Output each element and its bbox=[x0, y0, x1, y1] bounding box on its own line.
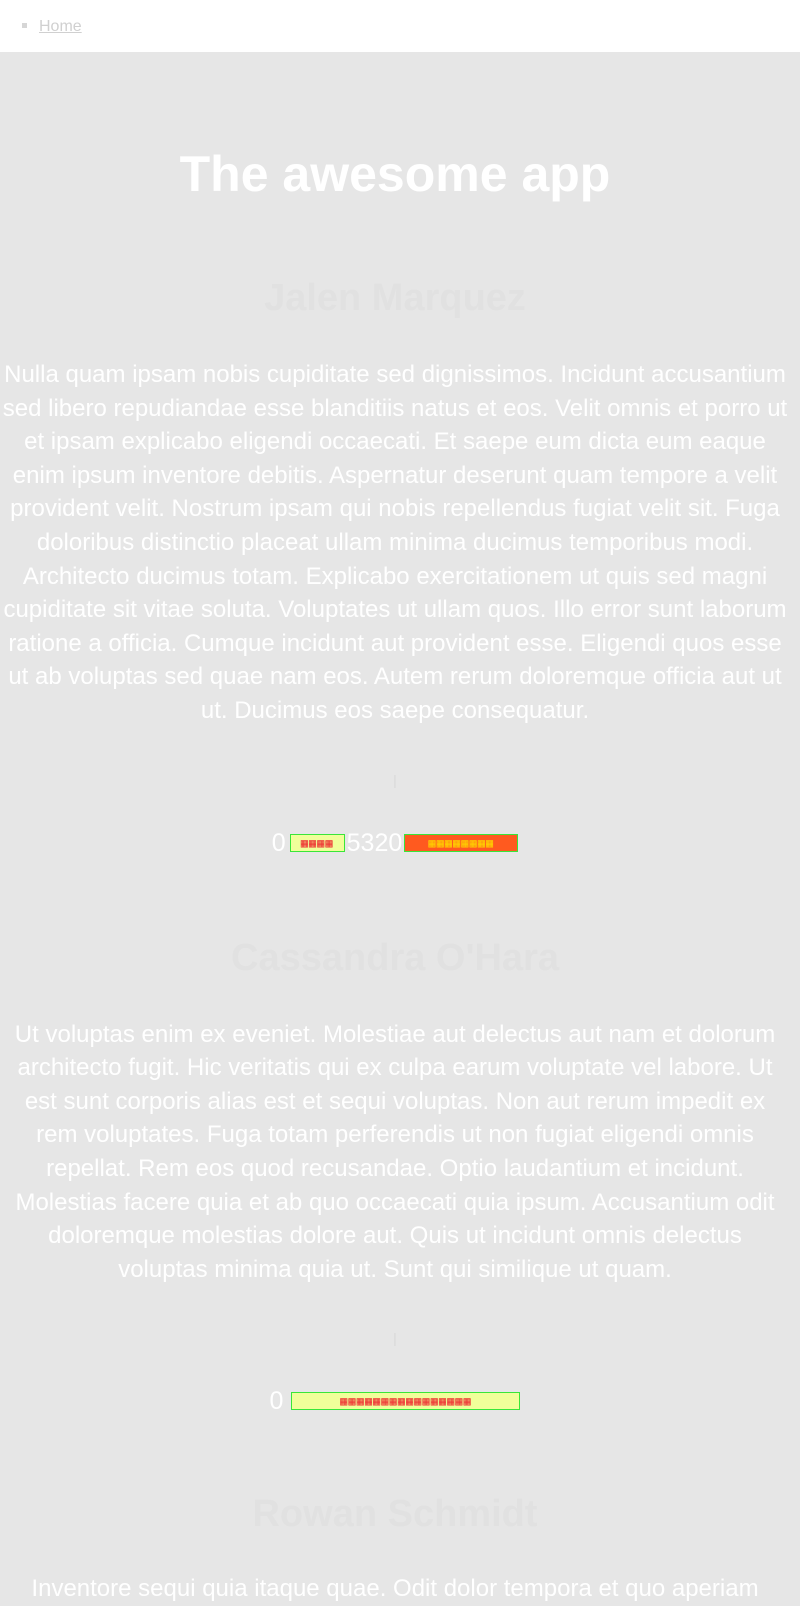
profile-section: Cassandra O'Hara Ut voluptas enim ex eve… bbox=[0, 936, 790, 1415]
page-title: The awesome app bbox=[179, 146, 611, 202]
list-bullet-icon bbox=[22, 22, 27, 28]
profile-bio: Nulla quam ipsam nobis cupiditate sed di… bbox=[2, 361, 788, 724]
phone-prefix: 0 bbox=[269, 1387, 284, 1416]
profile-section: Jalen Marquez Nulla quam ipsam nobis cup… bbox=[0, 276, 790, 856]
profile-bio: Ut voluptas enim ex eveniet. Molestiae a… bbox=[14, 1020, 776, 1283]
top-nav: Home bbox=[0, 0, 800, 52]
profile-name: Jalen Marquez bbox=[264, 277, 526, 319]
profile-name: Cassandra O'Hara bbox=[231, 936, 559, 979]
obfuscated-code-box: ▦▦▦▦▦▦▦▦ bbox=[404, 833, 519, 852]
divider: | bbox=[393, 771, 397, 788]
phone-row: 0 ▦▦▦▦▦▦▦▦▦▦▦▦▦▦▦▦ bbox=[0, 1388, 790, 1414]
obfuscated-code-box: ▦▦▦▦▦▦▦▦▦▦▦▦▦▦▦▦ bbox=[291, 1392, 521, 1411]
profile-name: Rowan Schmidt bbox=[252, 1493, 538, 1536]
divider: | bbox=[393, 1330, 397, 1347]
profile-section: Rowan Schmidt Inventore sequi quia itaqu… bbox=[0, 1492, 790, 1606]
nav-item-home: Home bbox=[22, 17, 82, 37]
obfuscated-code-box: ▦▦▦▦ bbox=[289, 833, 345, 852]
profile-bio: Inventore sequi quia itaque quae. Odit d… bbox=[31, 1575, 759, 1603]
phone-row: 0 ▦▦▦▦ 5320 ▦▦▦▦▦▦▦▦ bbox=[0, 830, 790, 856]
home-link[interactable]: Home bbox=[39, 18, 82, 35]
phone-prefix: 0 bbox=[271, 828, 286, 857]
main-content: The awesome app Jalen Marquez Nulla quam… bbox=[0, 52, 790, 1606]
phone-middle: 5320 bbox=[346, 828, 403, 857]
